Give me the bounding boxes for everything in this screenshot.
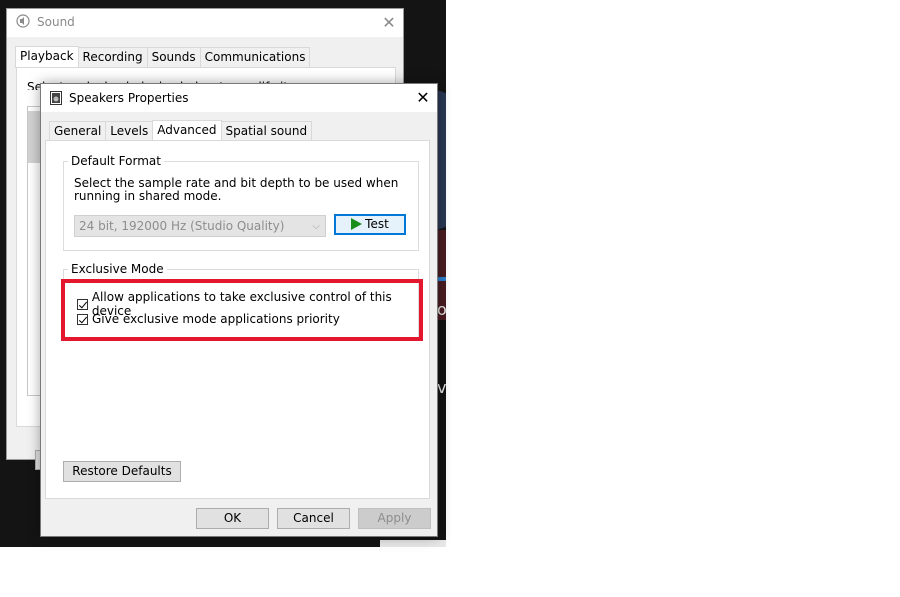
sound-tabs: Playback Recording Sounds Communications (15, 46, 311, 68)
speakers-tabs: General Levels Advanced Spatial sound (49, 120, 313, 142)
default-format-description: Select the sample rate and bit depth to … (74, 176, 399, 203)
tab-recording[interactable]: Recording (77, 47, 148, 67)
sound-close-button[interactable]: ✕ (377, 11, 401, 35)
restore-defaults-button[interactable]: Restore Defaults (63, 461, 181, 482)
apply-button[interactable]: Apply (358, 508, 431, 529)
speakers-window-title: Speakers Properties (69, 91, 189, 105)
speakers-titlebar[interactable]: Speakers Properties ✕ (41, 84, 437, 112)
tab-general[interactable]: General (49, 121, 107, 141)
tab-advanced[interactable]: Advanced (152, 120, 222, 142)
speaker-icon (16, 14, 30, 28)
tab-sounds[interactable]: Sounds (146, 47, 201, 67)
desktop-text-fragment: o (437, 300, 446, 319)
speakers-properties-window: Speakers Properties ✕ General Levels Adv… (40, 83, 438, 537)
red-highlight-box (61, 279, 423, 341)
default-format-group (63, 161, 419, 251)
default-format-label: Default Format (68, 154, 164, 168)
test-button-label: Test (365, 217, 389, 231)
desktop-text-fragment: v (437, 378, 446, 397)
advanced-panel: Default Format Select the sample rate an… (45, 140, 430, 499)
format-dropdown[interactable]: 24 bit, 192000 Hz (Studio Quality) ⌵ (74, 215, 326, 237)
format-dropdown-value: 24 bit, 192000 Hz (Studio Quality) (79, 219, 285, 233)
exclusive-mode-label: Exclusive Mode (68, 262, 167, 276)
sound-window-title: Sound (37, 15, 75, 29)
tab-playback[interactable]: Playback (15, 46, 79, 68)
sound-titlebar[interactable]: Sound ✕ (7, 9, 403, 37)
speakers-close-button[interactable]: ✕ (411, 86, 435, 110)
speaker-device-icon (50, 91, 62, 105)
tab-levels[interactable]: Levels (105, 121, 154, 141)
ok-button[interactable]: OK (196, 508, 269, 529)
tab-communications[interactable]: Communications (199, 47, 311, 67)
test-button[interactable]: Test (334, 214, 406, 235)
tab-spatial-sound[interactable]: Spatial sound (220, 121, 313, 141)
cancel-button[interactable]: Cancel (277, 508, 350, 529)
play-icon (351, 217, 363, 230)
chevron-down-icon: ⌵ (312, 221, 320, 232)
desktop-bottom-bar (380, 540, 446, 547)
